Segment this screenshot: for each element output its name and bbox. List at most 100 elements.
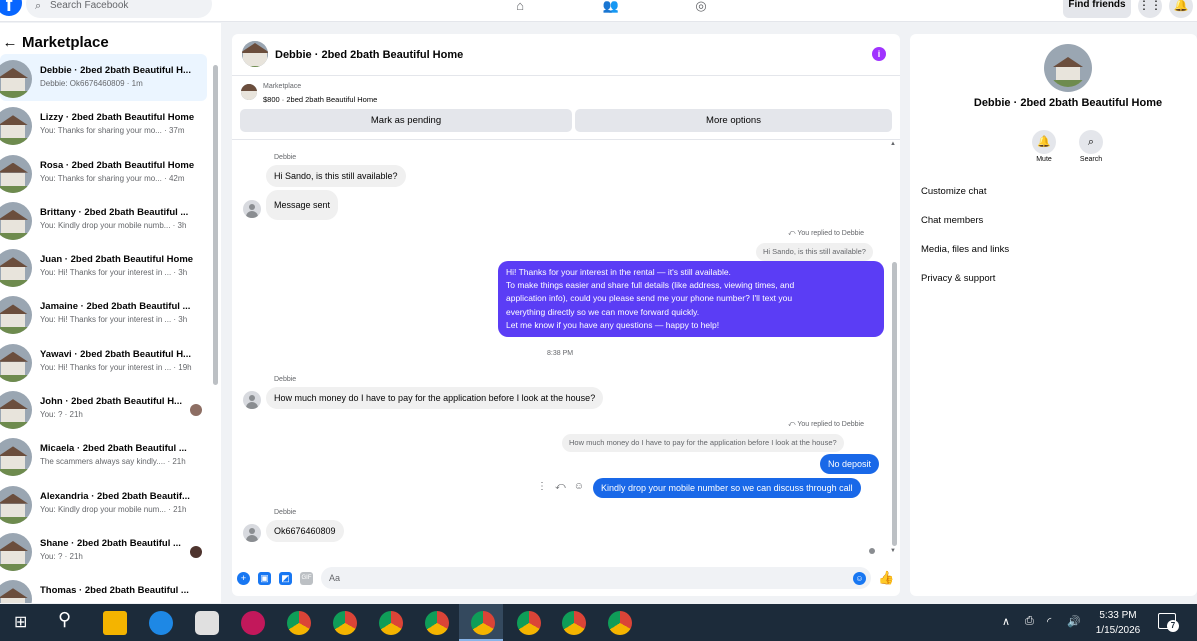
chat-header: Debbie · 2bed 2bath Beautiful Home i (232, 34, 900, 76)
app-icon[interactable] (241, 611, 265, 635)
home-icon[interactable]: ⌂ (511, 0, 529, 15)
chat-title[interactable]: Debbie · 2bed 2bath Beautiful Home (275, 49, 463, 61)
customize-chat-item[interactable]: Customize chat (921, 186, 986, 197)
back-arrow-icon[interactable]: ← (0, 34, 20, 51)
list-item[interactable]: Debbie · 2bed 2bath Beautiful H... Debbi… (0, 54, 207, 102)
system-clock[interactable]: 5:33 PM 1/15/2026 (1088, 608, 1148, 638)
find-friends-button[interactable]: Find friends (1063, 0, 1131, 18)
conversation-preview: You: Kindly drop your mobile numb... · 3… (40, 220, 187, 230)
capcut-icon[interactable] (195, 611, 219, 635)
reply-icon[interactable]: ⤺ (555, 481, 566, 492)
mark-as-pending-button[interactable]: Mark as pending (240, 109, 572, 132)
chrome-profile-icon[interactable] (517, 611, 541, 635)
conversation-name: Shane · 2bed 2bath Beautiful ... (40, 537, 181, 549)
chat-details-panel: Debbie · 2bed 2bath Beautiful Home 🔔 Mut… (910, 34, 1197, 596)
sidebar-scrollbar[interactable] (213, 65, 218, 385)
quoted-message[interactable]: How much money do I have to pay for the … (562, 434, 844, 452)
conversation-preview: You: Hi! Thanks for your interest in ...… (40, 268, 188, 278)
facebook-logo-icon[interactable]: f (0, 0, 22, 16)
message-line: Hi! Thanks for your interest in the rent… (506, 267, 731, 277)
avatar[interactable] (243, 391, 261, 409)
listing-thumbnail (0, 532, 32, 571)
search-label: Search (1079, 156, 1103, 163)
more-icon[interactable]: ⋮ (537, 481, 547, 492)
chat-scrollbar[interactable] (892, 144, 897, 550)
more-options-button[interactable]: More options (575, 109, 892, 132)
clock-date: 1/15/2026 (1095, 625, 1141, 636)
photo-icon[interactable]: ▣ (258, 572, 271, 585)
message-input[interactable]: Aa ☺ (321, 567, 871, 589)
avatar[interactable] (243, 200, 261, 218)
volume-icon[interactable]: 🔊 (1067, 615, 1081, 628)
chrome-profile-icon[interactable] (333, 611, 357, 635)
media-files-links-item[interactable]: Media, files and links (921, 244, 1009, 255)
incoming-message[interactable]: Ok6676460809 (266, 520, 344, 542)
conversation-name: Micaela · 2bed 2bath Beautiful ... (40, 443, 187, 455)
list-item[interactable]: Lizzy · 2bed 2bath Beautiful Home You: T… (0, 101, 207, 148)
conversation-preview: You: Hi! Thanks for your interest in ...… (40, 315, 188, 325)
thumbs-up-icon[interactable]: 👍 (878, 570, 894, 586)
list-item[interactable]: Jamaine · 2bed 2bath Beautiful ... You: … (0, 290, 207, 337)
chrome-icon[interactable] (287, 611, 311, 635)
plus-icon[interactable]: + (237, 572, 250, 585)
list-item[interactable]: Thomas · 2bed 2bath Beautiful ... (0, 574, 207, 603)
scroll-down-icon[interactable]: ▼ (890, 548, 896, 554)
chrome-profile-icon[interactable] (425, 611, 449, 635)
search-icon[interactable]: ⌕ (1079, 130, 1103, 154)
chat-avatar[interactable] (1044, 44, 1092, 92)
message-line: Let me know if you have any questions — … (506, 319, 720, 330)
avatar[interactable] (243, 524, 261, 542)
listing-thumbnail[interactable] (241, 84, 257, 100)
chat-members-item[interactable]: Chat members (921, 215, 983, 226)
outgoing-message[interactable]: Hi! Thanks for your interest in the rent… (498, 261, 884, 337)
menu-grid-icon[interactable]: ⋮⋮ (1138, 0, 1162, 18)
chrome-profile-icon[interactable] (379, 611, 403, 635)
search-icon[interactable]: ⚲ (58, 609, 71, 630)
list-item[interactable]: Brittany · 2bed 2bath Beautiful ... You:… (0, 196, 207, 243)
list-item[interactable]: Micaela · 2bed 2bath Beautiful ... The s… (0, 432, 207, 479)
incoming-message[interactable]: Hi Sando, is this still available? (266, 165, 406, 187)
listing-thumbnail (0, 485, 32, 524)
list-item[interactable]: Rosa · 2bed 2bath Beautiful Home You: Th… (0, 149, 207, 196)
friends-icon[interactable]: 👥 (602, 0, 620, 15)
listing-thumbnail (0, 296, 32, 335)
notifications-icon[interactable]: 7 (1158, 613, 1179, 632)
chat-avatar[interactable] (242, 41, 268, 67)
message-composer: + ▣ ◩ GIF Aa ☺ 👍 (232, 564, 900, 596)
wifi-icon[interactable]: ◜ (1047, 615, 1051, 628)
incoming-message[interactable]: How much money do I have to pay for the … (266, 387, 604, 409)
chevron-up-icon[interactable]: ∧ (1002, 615, 1010, 628)
listing-thumbnail (0, 201, 32, 240)
outgoing-message[interactable]: Kindly drop your mobile number so we can… (593, 478, 861, 498)
incoming-message[interactable]: Message sent (266, 190, 339, 220)
list-item[interactable]: Juan · 2bed 2bath Beautiful Home You: Hi… (0, 243, 207, 290)
sender-name: Debbie (274, 376, 297, 383)
chrome-profile-icon[interactable] (562, 611, 586, 635)
quoted-message[interactable]: Hi Sando, is this still available? (756, 243, 873, 261)
listing-title[interactable]: $800 · 2bed 2bath Beautiful Home (263, 95, 377, 104)
search-input[interactable]: ⌕ Search Facebook (26, 0, 212, 18)
reply-icon: ⤺ (788, 230, 798, 237)
edge-browser-icon[interactable] (149, 611, 173, 635)
gif-icon[interactable]: GIF (300, 572, 313, 585)
outgoing-message[interactable]: No deposit (820, 454, 880, 474)
list-item[interactable]: Alexandria · 2bed 2bath Beautif... You: … (0, 480, 207, 527)
conversation-name: Juan · 2bed 2bath Beautiful Home (40, 254, 194, 266)
groups-icon[interactable]: ◎ (692, 0, 710, 15)
windows-start-icon[interactable]: ⊞ (14, 612, 27, 632)
conversation-list: Debbie · 2bed 2bath Beautiful H... Debbi… (0, 54, 210, 603)
emoji-icon[interactable]: ☺ (853, 572, 866, 585)
list-item[interactable]: John · 2bed 2bath Beautiful H... You: ? … (0, 385, 207, 432)
file-explorer-icon[interactable] (103, 611, 127, 635)
chrome-profile-icon[interactable] (608, 611, 632, 635)
chrome-profile-icon[interactable] (471, 611, 495, 635)
privacy-support-item[interactable]: Privacy & support (921, 273, 995, 284)
notifications-bell-icon[interactable]: 🔔 (1169, 0, 1193, 18)
sticker-icon[interactable]: ◩ (279, 572, 292, 585)
mute-bell-icon[interactable]: 🔔 (1032, 130, 1056, 154)
info-icon[interactable]: i (872, 47, 886, 61)
list-item[interactable]: Yawavi · 2bed 2bath Beautiful H... You: … (0, 338, 207, 385)
device-icon[interactable]: ⎙ (1025, 615, 1034, 628)
react-emoji-icon[interactable]: ☺ (574, 481, 584, 492)
list-item[interactable]: Shane · 2bed 2bath Beautiful ... You: ? … (0, 527, 207, 574)
